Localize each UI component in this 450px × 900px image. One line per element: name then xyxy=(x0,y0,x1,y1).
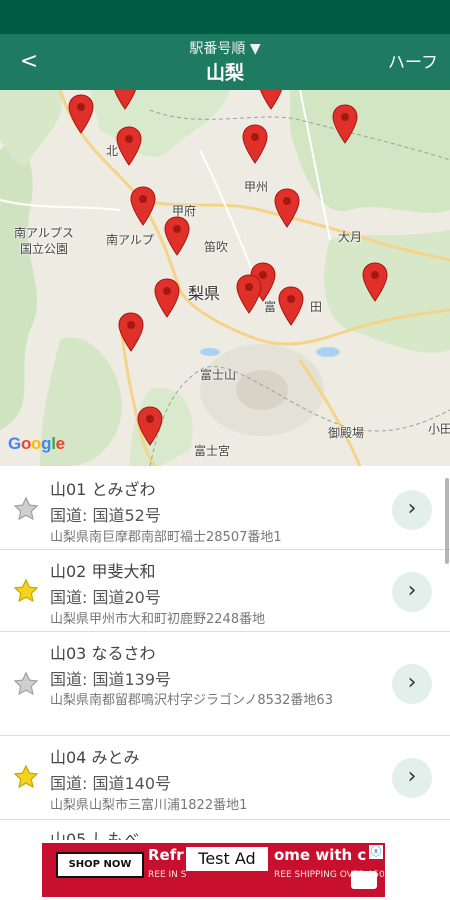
star-outline-icon[interactable] xyxy=(12,670,40,698)
ad-headline-left: Refr xyxy=(148,846,184,864)
list-item-title: 山05 しもべ xyxy=(50,830,140,840)
list-item-road: 国道: 国道52号 xyxy=(50,506,161,525)
list-item[interactable]: 山05 しもべ xyxy=(0,820,450,840)
map-label-fuefuki: 笛吹 xyxy=(204,240,229,254)
sort-dropdown[interactable]: 駅番号順 ▼ xyxy=(0,38,450,58)
test-ad-label: Test Ad xyxy=(186,847,268,871)
map-label-park: 南アルプス xyxy=(14,226,74,240)
ad-headline-right: ome with c xyxy=(274,846,367,864)
station-list[interactable]: 山01 とみざわ 国道: 国道52号 山梨県南巨摩郡南部町福士28507番地1 … xyxy=(0,466,450,840)
map-marker-icon[interactable] xyxy=(236,274,262,314)
list-item[interactable]: 山04 みとみ 国道: 国道140号 山梨県山梨市三富川浦1822番地1 › xyxy=(0,736,450,820)
list-item-road: 国道: 国道139号 xyxy=(50,670,172,689)
chevron-right-icon[interactable]: › xyxy=(392,572,432,612)
app-bar: < 駅番号順 ▼ 山梨 ハーフ xyxy=(0,34,450,90)
map-label-minami-alps: 南アルプ xyxy=(106,233,154,247)
map-marker-icon[interactable] xyxy=(278,286,304,326)
page-title: 山梨 xyxy=(205,62,244,84)
list-item-address: 山梨県甲州市大和町初鹿野2248番地 xyxy=(50,612,266,627)
google-letter: g xyxy=(41,434,52,453)
ad-sub-left: REE IN S xyxy=(148,870,187,880)
map-marker-icon[interactable] xyxy=(68,94,94,134)
brand-logo-icon xyxy=(351,871,377,889)
map-marker-icon[interactable] xyxy=(274,188,300,228)
ad-choices-icon[interactable]: ⓧ xyxy=(369,845,383,859)
list-item-road: 国道: 国道20号 xyxy=(50,588,161,607)
shop-now-button[interactable]: SHOP NOW xyxy=(56,852,144,878)
map-label-koshu: 甲州 xyxy=(244,180,269,194)
google-letter: G xyxy=(8,434,21,453)
map-label-park-2: 国立公園 xyxy=(20,242,69,256)
map-marker-icon[interactable] xyxy=(258,90,284,110)
list-item-address: 山梨県南都留郡鳴沢村字ジラゴンノ8532番地63 xyxy=(50,693,333,708)
map-label-fujisan: 富士山 xyxy=(200,368,237,382)
map-label-odawara: 小田 xyxy=(428,422,450,436)
chevron-right-icon[interactable]: › xyxy=(392,758,432,798)
map-label-otsuki: 大月 xyxy=(338,230,363,244)
map-marker-icon[interactable] xyxy=(118,312,144,352)
list-item[interactable]: 山01 とみざわ 国道: 国道52号 山梨県南巨摩郡南部町福士28507番地1 … xyxy=(0,466,450,550)
map-marker-icon[interactable] xyxy=(112,90,138,110)
chevron-right-icon[interactable]: › xyxy=(392,490,432,530)
map-marker-icon[interactable] xyxy=(137,406,163,446)
map-marker-icon[interactable] xyxy=(130,186,156,226)
list-item[interactable]: 山02 甲斐大和 国道: 国道20号 山梨県甲州市大和町初鹿野2248番地 › xyxy=(0,550,450,632)
star-filled-icon[interactable] xyxy=(12,577,40,605)
map-label-yamanashi: 梨県 xyxy=(188,284,221,303)
map-label-fuji-2: 田 xyxy=(310,300,323,314)
list-item-title: 山04 みとみ xyxy=(50,748,140,767)
list-item-title: 山03 なるさわ xyxy=(50,644,156,663)
google-letter: e xyxy=(55,434,65,453)
list-item-title: 山01 とみざわ xyxy=(50,480,156,499)
half-button[interactable]: ハーフ xyxy=(388,48,438,73)
star-filled-icon[interactable] xyxy=(12,763,40,791)
list-item-road: 国道: 国道140号 xyxy=(50,774,172,793)
list-item-title: 山02 甲斐大和 xyxy=(50,562,156,581)
map-label-fujinomiya: 富士宮 xyxy=(194,444,231,458)
list-scrollbar[interactable] xyxy=(445,478,449,564)
chevron-right-icon[interactable]: › xyxy=(392,664,432,704)
ad-banner[interactable]: Refr ome with c REE IN S REE SHIPPING OV… xyxy=(0,840,450,900)
ad-creative[interactable]: Refr ome with c REE IN S REE SHIPPING OV… xyxy=(42,843,385,897)
map-marker-icon[interactable] xyxy=(116,126,142,166)
google-letter: o xyxy=(20,434,32,453)
map-marker-icon[interactable] xyxy=(332,104,358,144)
map-marker-icon[interactable] xyxy=(154,278,180,318)
list-item[interactable]: 山03 なるさわ 国道: 国道139号 山梨県南都留郡鳴沢村字ジラゴンノ8532… xyxy=(0,632,450,736)
status-bar xyxy=(0,0,450,34)
list-item-address: 山梨県山梨市三富川浦1822番地1 xyxy=(50,798,248,813)
map-marker-icon[interactable] xyxy=(164,216,190,256)
map-label-gotemba: 御殿場 xyxy=(328,426,365,440)
google-logo: Google xyxy=(8,434,65,454)
map-view[interactable]: 南アルプス 国立公園 北 甲府 甲州 南アルプ 笛吹 大月 梨県 富 田 富士山… xyxy=(0,90,450,466)
star-outline-icon[interactable] xyxy=(12,495,40,523)
map-marker-icon[interactable] xyxy=(242,124,268,164)
google-letter: o xyxy=(31,434,42,453)
map-marker-icon[interactable] xyxy=(362,262,388,302)
list-item-address: 山梨県南巨摩郡南部町福士28507番地1 xyxy=(50,530,282,545)
